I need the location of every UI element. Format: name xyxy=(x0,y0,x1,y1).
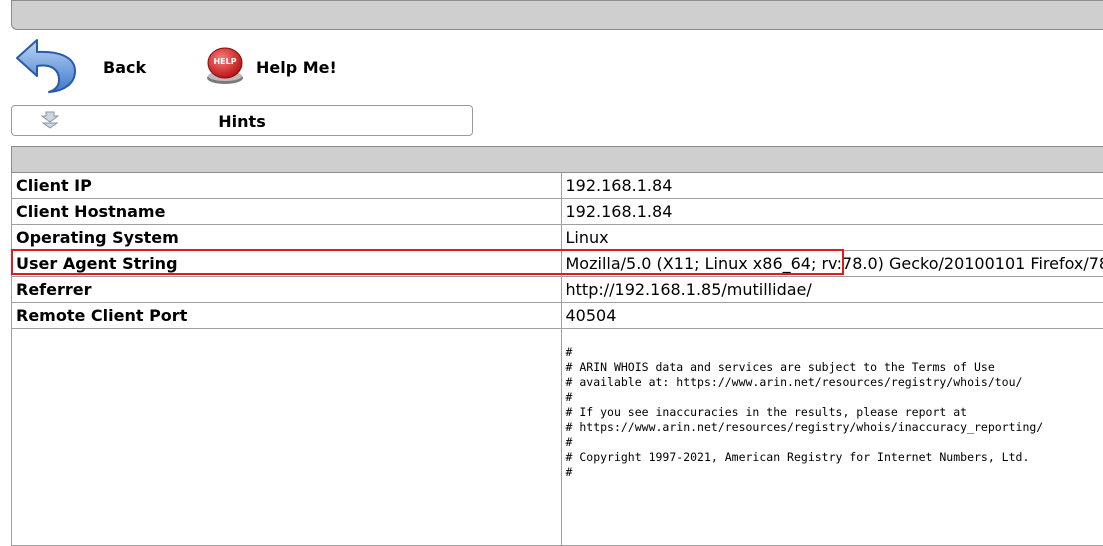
top-header-bar xyxy=(11,0,1103,30)
row-value: 192.168.1.84 xyxy=(561,199,1103,225)
row-key: User Agent String xyxy=(12,251,562,277)
row-value: Linux xyxy=(561,225,1103,251)
svg-text:HELP: HELP xyxy=(213,57,236,66)
back-label: Back xyxy=(103,58,146,77)
whois-row: # # ARIN WHOIS data and services are sub… xyxy=(12,329,1103,546)
hints-label: Hints xyxy=(12,112,472,131)
row-key: Operating System xyxy=(12,225,562,251)
row-key: Referrer xyxy=(12,277,562,303)
back-arrow-icon xyxy=(15,36,77,98)
row-key: Client IP xyxy=(12,173,562,199)
row-key: Client Hostname xyxy=(12,199,562,225)
row-value: 40504 xyxy=(561,303,1103,329)
row-key: Remote Client Port xyxy=(12,303,562,329)
whois-key-cell xyxy=(12,329,562,546)
table-row: User Agent String Mozilla/5.0 (X11; Linu… xyxy=(12,251,1103,277)
help-me-label: Help Me! xyxy=(256,58,337,77)
table-header-cell xyxy=(12,147,1103,173)
row-value: 192.168.1.84 xyxy=(561,173,1103,199)
row-value: http://192.168.1.85/mutillidae/ xyxy=(561,277,1103,303)
table-row: Remote Client Port 40504 xyxy=(12,303,1103,329)
table-row: Operating System Linux xyxy=(12,225,1103,251)
hints-toggle[interactable]: Hints xyxy=(11,105,473,136)
whois-value-cell: # # ARIN WHOIS data and services are sub… xyxy=(561,329,1103,546)
row-value: Mozilla/5.0 (X11; Linux x86_64; rv:78.0)… xyxy=(561,251,1103,277)
table-header-row xyxy=(12,147,1103,173)
table-row: Client Hostname 192.168.1.84 xyxy=(12,199,1103,225)
whois-output: # # ARIN WHOIS data and services are sub… xyxy=(566,345,1103,480)
table-row: Client IP 192.168.1.84 xyxy=(12,173,1103,199)
help-me-button[interactable]: HELP Help Me! xyxy=(204,46,337,88)
help-button-icon: HELP xyxy=(204,44,246,90)
back-button[interactable]: Back xyxy=(15,38,146,96)
table-row: Referrer http://192.168.1.85/mutillidae/ xyxy=(12,277,1103,303)
client-info-table: Client IP 192.168.1.84 Client Hostname 1… xyxy=(11,146,1103,546)
